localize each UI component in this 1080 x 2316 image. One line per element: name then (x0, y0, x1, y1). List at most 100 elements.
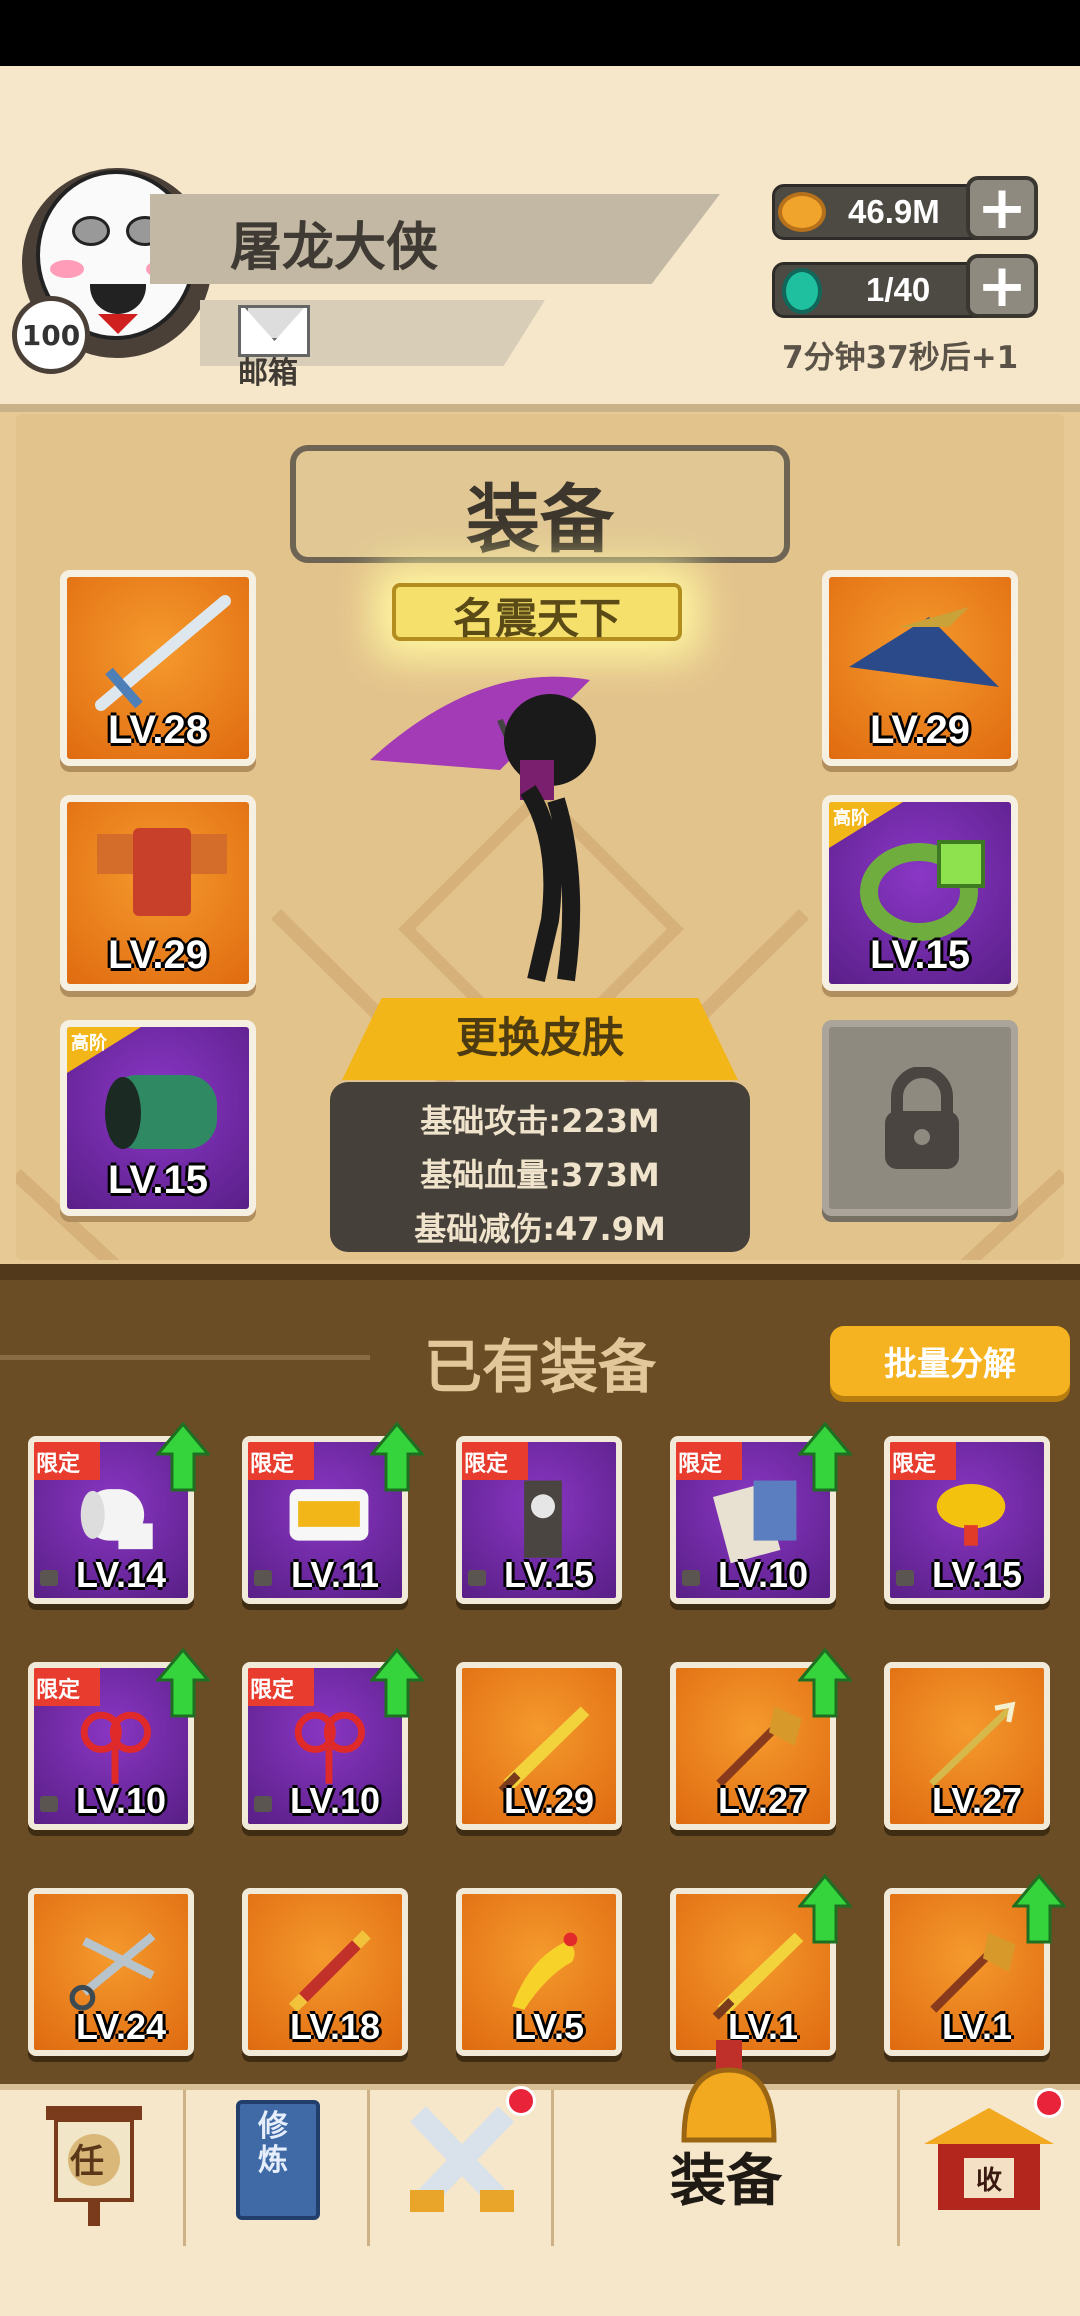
player-level-badge: 100 (12, 296, 90, 374)
stamina-gem-icon (782, 268, 822, 314)
equip-slot-locked[interactable] (822, 1020, 1018, 1216)
bottom-spacer (0, 2246, 1080, 2316)
equipment-title: 装备 (466, 477, 614, 563)
coin-icon (778, 192, 826, 232)
add-stamina-button[interactable]: + (966, 254, 1038, 318)
equip-slot-level: LV.29 (869, 708, 971, 752)
cultivate-glyph: 修炼 (258, 2109, 288, 2178)
limited-tag: 限定 (34, 1442, 100, 1480)
equip-slot-level: LV.15 (107, 1158, 209, 1202)
sword-icon (95, 595, 231, 711)
base-hp: 基础血量:373M (420, 1156, 660, 1194)
player-name: 屠龙大侠 (230, 218, 439, 278)
limited-tag: 限定 (676, 1442, 742, 1480)
equip-slot-ring[interactable]: 高阶 LV.15 (822, 795, 1018, 991)
limited-tag-label: 限定 (678, 1452, 723, 1477)
inventory-item-level: LV.24 (75, 2006, 167, 2047)
upgrade-arrow-icon (156, 1648, 210, 1718)
inventory-divider (0, 1264, 1080, 1280)
crossed-swords-icon (410, 2106, 514, 2212)
avatar-mouth (90, 284, 146, 314)
limited-tag-label: 限定 (250, 1678, 295, 1703)
equip-slot-bracer[interactable]: 高阶 LV.15 (60, 1020, 256, 1216)
limited-tag-label: 限定 (464, 1452, 509, 1477)
coin-value: 46.9M (848, 193, 940, 230)
base-stats-box: 基础攻击:223M 基础血量:373M 基础减伤:47.9M (330, 1082, 750, 1252)
equip-slot-armor[interactable]: LV.29 (60, 795, 256, 991)
upgrade-arrow-icon (798, 1648, 852, 1718)
bracer-icon (105, 1075, 217, 1149)
task-glyph: 任 (70, 2142, 104, 2182)
equipment-helmet-icon (681, 2040, 777, 2143)
armor-icon (97, 828, 227, 916)
limited-tag: 限定 (34, 1668, 100, 1706)
limited-tag-label: 限定 (36, 1452, 81, 1477)
limited-tag: 限定 (248, 1668, 314, 1706)
shop-glyph: 收 (976, 2166, 1003, 2196)
tab-equipment[interactable]: 装备 (554, 2040, 900, 2246)
upgrade-arrow-icon (1012, 1874, 1066, 1944)
upgrade-arrow-icon (370, 1648, 424, 1718)
padlock-icon (885, 1067, 959, 1169)
tab-cultivate[interactable]: 修炼 (186, 2090, 370, 2246)
inventory-item[interactable]: LV.27 (884, 1662, 1050, 1830)
upgrade-arrow-icon (156, 1422, 210, 1492)
inventory-item-level: LV.10 (717, 1554, 809, 1595)
limited-tag: 限定 (890, 1442, 956, 1480)
limited-tag-label: 限定 (250, 1452, 295, 1477)
tab-tasks[interactable]: 任 (0, 2090, 186, 2246)
inventory-item-level: LV.27 (931, 1780, 1023, 1821)
equip-slot-weapon[interactable]: LV.28 (60, 570, 256, 766)
limited-tag-label: 限定 (36, 1678, 81, 1703)
tab-shop[interactable]: 收 (900, 2088, 1080, 2246)
equip-slot-level: LV.28 (107, 708, 209, 752)
equip-slot-hat[interactable]: LV.29 (822, 570, 1018, 766)
inventory-item-level: LV.1 (941, 2006, 1013, 2047)
inventory-item-level: LV.29 (503, 1780, 595, 1821)
avatar-eye-icon (72, 216, 110, 246)
stamina-value: 1/40 (866, 271, 931, 308)
inventory-item-level: LV.14 (75, 1554, 167, 1595)
character-figure (370, 676, 596, 983)
tab-equipment-label: 装备 (670, 2149, 782, 2214)
limited-tag: 限定 (462, 1442, 528, 1480)
inventory-item[interactable]: 限定 LV.15 (884, 1436, 1050, 1604)
avatar-blush (50, 260, 84, 278)
inventory-item-level: LV.27 (717, 1780, 809, 1821)
inventory-item-level: LV.18 (289, 2006, 381, 2047)
inventory-item-level: LV.11 (290, 1554, 380, 1595)
inventory-item[interactable]: LV.29 (456, 1662, 622, 1830)
equip-slot-level: LV.29 (107, 933, 209, 977)
inventory-item[interactable]: LV.24 (28, 1888, 194, 2056)
equip-slot-level: LV.15 (869, 933, 971, 977)
inventory-item-level: LV.15 (503, 1554, 595, 1595)
inventory-item-level: LV.5 (513, 2006, 585, 2047)
status-bar (0, 0, 1080, 66)
inventory-item-level: LV.10 (289, 1780, 381, 1821)
rank-title-text: 名震天下 (452, 594, 621, 643)
inventory-item[interactable]: LV.5 (456, 1888, 622, 2056)
shop-badge (1034, 2088, 1064, 2118)
mail-label[interactable]: 邮箱 (238, 348, 298, 392)
upgrade-arrow-icon (798, 1874, 852, 1944)
battle-badge (506, 2086, 536, 2116)
upgrade-arrow-icon (370, 1422, 424, 1492)
limited-tag: 限定 (248, 1442, 314, 1480)
change-skin-label[interactable]: 更换皮肤 (342, 1004, 738, 1065)
inventory-item[interactable]: LV.18 (242, 1888, 408, 2056)
ring-icon (860, 840, 985, 941)
hat-icon (849, 607, 999, 687)
inventory-item[interactable]: 限定 LV.15 (456, 1436, 622, 1604)
base-damage-reduction: 基础减伤:47.9M (414, 1210, 666, 1248)
tab-battle[interactable] (370, 2086, 554, 2246)
base-attack: 基础攻击:223M (420, 1102, 660, 1140)
add-coins-button[interactable]: + (966, 176, 1038, 240)
stamina-timer: 7分钟37秒后+1 (782, 340, 1019, 376)
batch-dismantle-button[interactable]: 批量分解 (830, 1326, 1070, 1396)
avatar-scarf (98, 314, 138, 334)
upgrade-arrow-icon (798, 1422, 852, 1492)
inventory-item-level: LV.10 (75, 1780, 167, 1821)
inventory-item-level: LV.15 (931, 1554, 1023, 1595)
advanced-tag-label: 高阶 (71, 1033, 107, 1054)
limited-tag-label: 限定 (892, 1452, 937, 1477)
